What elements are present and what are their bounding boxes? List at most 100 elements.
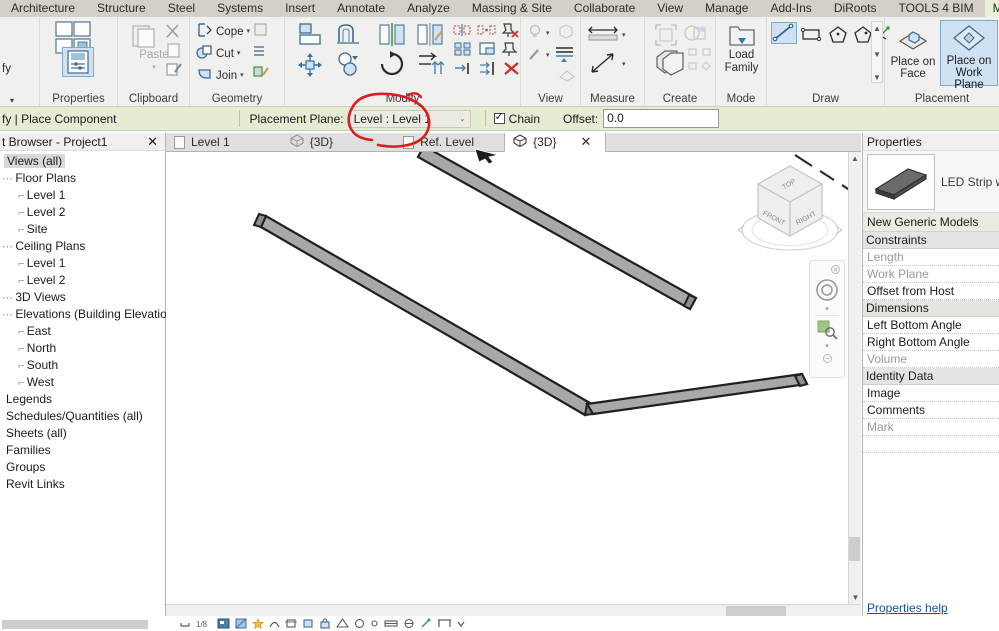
property-row-length[interactable]: Length <box>863 249 999 266</box>
measure-between-references-button[interactable]: ▾ <box>587 25 626 46</box>
tree-item-ceiling-level-2[interactable]: ⌐ Level 2 <box>0 272 165 289</box>
tree-item-revit-links[interactable]: Revit Links <box>0 476 165 493</box>
temporary-hide-isolate-icon[interactable] <box>335 618 350 629</box>
ribbon-tab-view[interactable]: View <box>646 0 694 17</box>
property-row-image[interactable]: Image <box>863 385 999 402</box>
ribbon-tab-analyze[interactable]: Analyze <box>396 0 461 17</box>
ribbon-tab-structure[interactable]: Structure <box>86 0 157 17</box>
reveal-hidden-icon[interactable] <box>354 618 365 629</box>
align-icon[interactable] <box>297 22 325 51</box>
dimension-caret-icon[interactable]: ▾ <box>622 61 626 68</box>
draw-scroll-down-arrow[interactable]: ▼ <box>872 50 882 59</box>
tree-item-floor-plans[interactable]: ⋯ Floor Plans <box>0 170 165 187</box>
split-with-gap-icon[interactable] <box>477 23 497 40</box>
cut-caret-icon[interactable]: ▾ <box>237 50 241 57</box>
mirror-draw-axis-icon[interactable] <box>415 22 445 51</box>
browser-horizontal-scrollbar[interactable] <box>2 620 148 629</box>
property-row-right-bottom-angle[interactable]: Right Bottom Angle <box>863 334 999 351</box>
zoom-icon[interactable] <box>810 318 844 343</box>
tree-item-legends[interactable]: Legends <box>0 391 165 408</box>
load-family-icon[interactable] <box>728 22 756 51</box>
pin-icon[interactable] <box>501 41 519 60</box>
tree-item-floor-site[interactable]: ⌐ Site <box>0 221 165 238</box>
draw-polygon-inscribed-tool[interactable] <box>827 24 849 47</box>
canvas-scroll-down-arrow[interactable]: ▼ <box>849 593 861 602</box>
shadows-icon[interactable] <box>235 618 247 629</box>
paint-view-button[interactable]: ▾ <box>527 46 550 65</box>
view-tab-ref-level[interactable]: Ref. Level <box>395 133 488 152</box>
worksharing-display-icon[interactable] <box>420 618 432 629</box>
tree-item-ceiling-level-1[interactable]: ⌐ Level 1 <box>0 255 165 272</box>
delete-icon[interactable] <box>503 61 520 79</box>
paint-icon[interactable] <box>252 64 270 83</box>
ribbon-tab-modify-place-component[interactable]: Modify | Place C <box>984 0 999 17</box>
offset-icon[interactable] <box>337 22 367 51</box>
mirror-pick-axis-icon[interactable] <box>377 22 407 51</box>
led-strip-segment-top[interactable] <box>416 152 698 311</box>
visual-style-icon[interactable] <box>217 618 230 629</box>
led-strip-segment-left[interactable] <box>252 212 592 417</box>
tree-item-elevation-south[interactable]: ⌐ South <box>0 357 165 374</box>
show-crop-region-icon[interactable] <box>302 618 314 629</box>
split-element-icon[interactable] <box>453 23 473 40</box>
property-row-comments[interactable]: Comments <box>863 402 999 419</box>
create-group-icon[interactable] <box>653 47 685 80</box>
view-cube[interactable]: TOP FRONT RIGHT <box>734 154 846 263</box>
tree-item-elevation-east[interactable]: ⌐ East <box>0 323 165 340</box>
draw-rectangle-tool[interactable] <box>800 24 824 47</box>
drawing-canvas[interactable]: TOP FRONT RIGHT ▾ ▾ ▲ ▼ <box>166 152 861 604</box>
join-geometry-button[interactable]: Join ▾ <box>196 66 244 85</box>
tree-item-ceiling-plans[interactable]: ⋯ Ceiling Plans <box>0 238 165 255</box>
ribbon-tab-collaborate[interactable]: Collaborate <box>563 0 646 17</box>
trim-extend-icon[interactable] <box>417 52 445 81</box>
navbar-close-icon[interactable] <box>810 261 844 277</box>
property-row-mark[interactable]: Mark <box>863 419 999 436</box>
tree-item-families[interactable]: Families <box>0 442 165 459</box>
ribbon-tab-add-ins[interactable]: Add-Ins <box>759 0 822 17</box>
array-icon[interactable] <box>453 41 473 59</box>
switch-join-order-icon[interactable] <box>252 22 270 41</box>
offset-input[interactable]: 0.0 <box>603 109 720 128</box>
sun-path-icon[interactable] <box>251 617 265 630</box>
zoom-caret-icon[interactable]: ▾ <box>810 342 844 350</box>
view-tab-3d-active[interactable]: {3D} ✕ <box>504 132 607 152</box>
view-scale-icon[interactable] <box>180 618 191 629</box>
tree-item-sheets[interactable]: Sheets (all) <box>0 425 165 442</box>
tree-item-views-all[interactable]: Views (all) <box>0 153 165 170</box>
linework-icon[interactable] <box>555 45 575 66</box>
tree-item-groups[interactable]: Groups <box>0 459 165 476</box>
properties-palette-button[interactable] <box>62 47 94 77</box>
property-row-blank[interactable] <box>863 436 999 453</box>
place-on-work-plane-button[interactable]: Place on Work Plane <box>940 20 998 91</box>
crop-view-icon[interactable] <box>285 618 297 629</box>
detail-level-icon[interactable]: 1/8 <box>196 618 212 629</box>
select-panel-caret[interactable]: ▾ <box>0 96 39 105</box>
property-row-left-bottom-angle[interactable]: Left Bottom Angle <box>863 317 999 334</box>
tree-item-elevation-north[interactable]: ⌐ North <box>0 340 165 357</box>
view-tab-level-1[interactable]: Level 1 <box>166 133 244 152</box>
hide-crop-boundary-icon[interactable] <box>437 618 452 629</box>
draw-gallery-expand-arrow[interactable]: ▼ <box>872 73 882 82</box>
close-icon[interactable]: ✕ <box>147 133 158 151</box>
copy-icon[interactable] <box>166 42 182 62</box>
draw-line-tool[interactable] <box>771 22 797 44</box>
draw-scroll-up-arrow[interactable]: ▲ <box>872 24 882 33</box>
cope-button[interactable]: Cope ▾ <box>196 22 250 41</box>
chain-checkbox-box[interactable] <box>493 111 505 124</box>
lock-3d-view-icon[interactable] <box>319 618 331 629</box>
canvas-hscroll-thumb[interactable] <box>726 606 786 616</box>
ribbon-tab-massing-site[interactable]: Massing & Site <box>461 0 563 17</box>
cope-caret-icon[interactable]: ▾ <box>247 28 251 35</box>
led-strip-segment-right[interactable] <box>585 372 809 416</box>
chevron-down-icon[interactable]: ⌄ <box>459 114 466 123</box>
ribbon-tab-tools-4-bim[interactable]: TOOLS 4 BIM <box>888 0 985 17</box>
move-icon[interactable] <box>297 52 325 81</box>
canvas-scroll-thumb[interactable] <box>849 537 860 561</box>
unpin-icon[interactable] <box>501 22 519 41</box>
view-caret-icon[interactable]: ▾ <box>546 30 550 37</box>
cut-geometry-button[interactable]: Cut ▾ <box>196 44 240 63</box>
reveal-hidden-elements-button[interactable]: ▾ <box>527 24 550 43</box>
tree-item-floor-level-1[interactable]: ⌐ Level 1 <box>0 187 165 204</box>
steering-wheel-caret-icon[interactable]: ▾ <box>810 305 844 313</box>
load-family-button[interactable]: Load Family <box>716 49 767 75</box>
